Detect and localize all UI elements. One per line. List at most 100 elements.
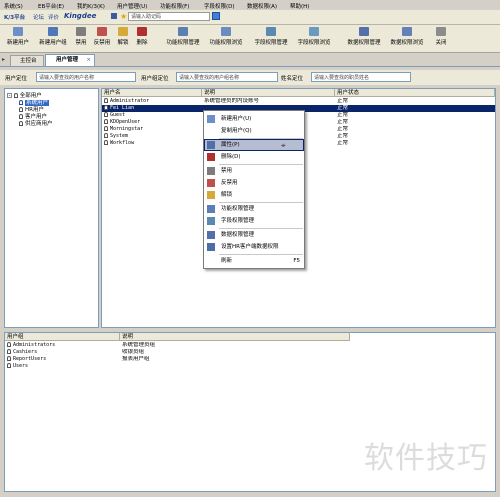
go-icon[interactable] bbox=[212, 12, 220, 20]
user-icon bbox=[104, 105, 108, 110]
kingdee-logo: Kingdee bbox=[64, 12, 97, 20]
user-tree-pane: - 全部用户 系统用户 HR用户 客户用户 供应商用户 bbox=[4, 88, 99, 328]
list-item[interactable]: Administrators 系统管理员组 bbox=[5, 342, 495, 349]
user-group-icon bbox=[13, 93, 18, 98]
enable-icon bbox=[97, 27, 107, 36]
user-icon bbox=[104, 133, 108, 138]
tab-strip: ▸ 主控台 用户管理 × bbox=[0, 54, 500, 67]
tree-item-supplier-users[interactable]: 供应商用户 bbox=[19, 119, 53, 127]
col-group-description[interactable]: 说明 bbox=[120, 333, 350, 341]
disable-icon bbox=[76, 27, 86, 36]
toolbar: 新建用户 新建用户组 禁用 反禁用 解锁 删除 功能权限管理 功能权限浏览 字段… bbox=[0, 25, 500, 53]
dropdown-icon[interactable] bbox=[111, 13, 117, 19]
star-icon: ★ bbox=[120, 12, 128, 21]
data-permission-browse-button[interactable]: 数据权限浏览 bbox=[386, 27, 428, 50]
menu-my-k3[interactable]: 我的K/3(K) bbox=[77, 2, 105, 10]
menu-bar: 系统(S) EB平台(E) 我的K/3(K) 用户管理(U) 功能权限(F) 字… bbox=[0, 0, 500, 10]
menu-item-refresh[interactable]: 刷新 F5 bbox=[204, 255, 304, 267]
menu-item-disable[interactable]: 禁用 bbox=[204, 165, 304, 177]
new-user-icon bbox=[207, 115, 215, 123]
tab-close-icon[interactable]: × bbox=[86, 55, 91, 66]
user-icon bbox=[19, 121, 23, 126]
data-browse-icon bbox=[402, 27, 412, 36]
group-icon bbox=[7, 356, 11, 361]
menu-help[interactable]: 帮助(H) bbox=[290, 2, 309, 10]
menu-item-hr-permission[interactable]: 设置HR客户端数据权限 bbox=[204, 241, 304, 253]
function-permission-icon bbox=[178, 27, 188, 36]
enable-button[interactable]: 反禁用 bbox=[90, 27, 114, 50]
menu-item-new-user[interactable]: 新建用户(U) bbox=[204, 113, 304, 125]
delete-button[interactable]: 删除 bbox=[133, 27, 151, 50]
list-item[interactable]: ReportUsers 报表用户组 bbox=[5, 356, 495, 363]
col-username[interactable]: 用户名 bbox=[102, 89, 202, 97]
data-permission-manage-button[interactable]: 数据权限管理 bbox=[343, 27, 385, 50]
close-icon bbox=[436, 27, 446, 36]
list-item[interactable]: Users bbox=[5, 363, 495, 370]
col-status[interactable]: 用户状态 bbox=[335, 89, 495, 97]
field-permission-browse-button[interactable]: 字段权限浏览 bbox=[293, 27, 335, 50]
tab-nav-icon[interactable]: ▸ bbox=[2, 56, 5, 63]
list-item[interactable]: Cashiers 收银员组 bbox=[5, 349, 495, 356]
close-button[interactable]: 关闭 bbox=[434, 27, 448, 50]
user-icon bbox=[104, 140, 108, 145]
user-icon bbox=[104, 112, 108, 117]
group-icon bbox=[7, 342, 11, 347]
tab-user-management[interactable]: 用户管理 × bbox=[45, 54, 95, 66]
menu-eb-platform[interactable]: EB平台(E) bbox=[38, 2, 64, 10]
menu-data-permission[interactable]: 数据权限(A) bbox=[247, 2, 277, 10]
tree-collapse-icon[interactable]: - bbox=[7, 93, 12, 99]
properties-icon bbox=[207, 141, 215, 149]
new-user-button[interactable]: 新建用户 bbox=[3, 27, 33, 50]
function-permission-browse-button[interactable]: 功能权限浏览 bbox=[205, 27, 247, 50]
new-group-button[interactable]: 新建用户组 bbox=[35, 27, 71, 50]
platform-link[interactable]: K/3平台 bbox=[4, 13, 25, 21]
delete-icon bbox=[137, 27, 147, 36]
menu-function-permission[interactable]: 功能权限(F) bbox=[160, 2, 189, 10]
col-group[interactable]: 用户组 bbox=[5, 333, 120, 341]
menu-item-properties[interactable]: 属性(P) ⌖ bbox=[204, 139, 304, 151]
menu-system[interactable]: 系统(S) bbox=[4, 2, 23, 10]
name-locate-input[interactable]: 请输入要查找的职员姓名 bbox=[311, 72, 411, 82]
menu-item-unlock[interactable]: 解锁 bbox=[204, 189, 304, 201]
group-icon bbox=[7, 349, 11, 354]
disable-button[interactable]: 禁用 bbox=[73, 27, 89, 50]
group-locate-input[interactable]: 请输入要查找的用户组名称 bbox=[176, 72, 278, 82]
new-group-icon bbox=[48, 27, 58, 36]
user-icon bbox=[104, 98, 108, 103]
menu-item-field-permission[interactable]: 字段权限管理 bbox=[204, 215, 304, 227]
menu-item-delete[interactable]: 删除(D) bbox=[204, 151, 304, 163]
context-menu: 新建用户(U) 复制用户(Q) 属性(P) ⌖ 删除(D) 禁用 反禁用 解锁 … bbox=[203, 110, 305, 269]
menu-field-permission[interactable]: 字段权限(D) bbox=[204, 2, 235, 10]
tab-main-console[interactable]: 主控台 bbox=[10, 55, 44, 66]
user-locate-label: 用户定位 bbox=[5, 76, 28, 82]
user-icon bbox=[104, 126, 108, 131]
col-description[interactable]: 说明 bbox=[202, 89, 335, 97]
function-permission-manage-button[interactable]: 功能权限管理 bbox=[162, 27, 204, 50]
hr-permission-icon bbox=[207, 243, 215, 251]
table-row[interactable]: Administrator 系统管理员的内设账号 正常 bbox=[102, 98, 495, 105]
group-icon bbox=[7, 363, 11, 368]
delete-icon bbox=[207, 153, 215, 161]
menu-item-function-permission[interactable]: 功能权限管理 bbox=[204, 203, 304, 215]
disable-icon bbox=[207, 167, 215, 175]
forum-link[interactable]: 论坛 bbox=[33, 13, 44, 21]
link-bar: K/3平台 论坛 评价 Kingdee ★ 请输入助记码 bbox=[0, 10, 500, 25]
mnemonic-search-input[interactable]: 请输入助记码 bbox=[128, 12, 210, 21]
unlock-icon bbox=[207, 191, 215, 199]
user-locate-input[interactable]: 请输入要查找的用户名称 bbox=[36, 72, 136, 82]
unlock-button[interactable]: 解锁 bbox=[115, 27, 131, 50]
review-link[interactable]: 评价 bbox=[48, 13, 59, 21]
menu-item-copy-user[interactable]: 复制用户(Q) bbox=[204, 125, 304, 137]
field-permission-manage-button[interactable]: 字段权限管理 bbox=[250, 27, 292, 50]
menu-item-data-permission[interactable]: 数据权限管理 bbox=[204, 229, 304, 241]
field-permission-icon bbox=[207, 217, 215, 225]
function-permission-icon bbox=[207, 205, 215, 213]
enable-icon bbox=[207, 179, 215, 187]
menu-user-management[interactable]: 用户管理(U) bbox=[117, 2, 147, 10]
data-permission-icon bbox=[207, 231, 215, 239]
new-user-icon bbox=[13, 27, 23, 36]
unlock-icon bbox=[118, 27, 128, 36]
menu-item-enable[interactable]: 反禁用 bbox=[204, 177, 304, 189]
data-permission-icon bbox=[359, 27, 369, 36]
field-permission-icon bbox=[266, 27, 276, 36]
